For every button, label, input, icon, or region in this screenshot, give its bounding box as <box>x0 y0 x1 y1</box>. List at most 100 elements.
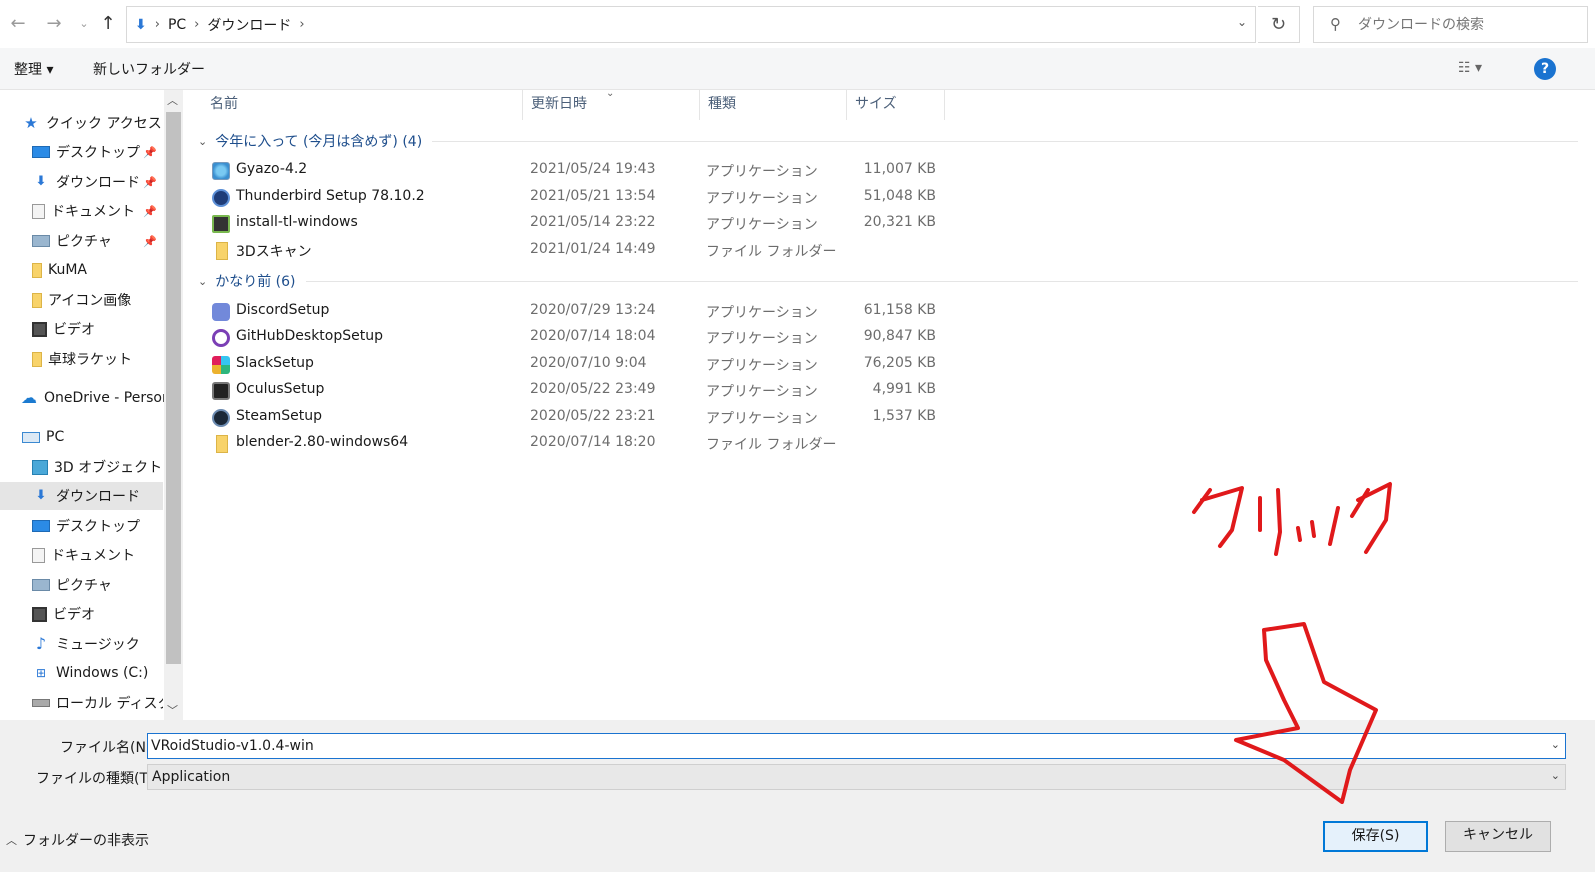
download-icon: ⬇ <box>35 174 47 189</box>
view-options-icon[interactable]: ☷ ▾ <box>1458 60 1482 76</box>
video-icon <box>32 321 47 337</box>
sidebar-item-pc-downloads[interactable]: ⬇ ダウンロード <box>0 482 163 510</box>
filename-input[interactable] <box>151 736 1541 756</box>
sidebar-item-videos[interactable]: ビデオ <box>32 315 163 343</box>
filename-field[interactable]: ⌄ <box>147 733 1566 759</box>
sidebar-item-windows-c[interactable]: ⊞ Windows (C:) <box>32 659 163 687</box>
file-row[interactable]: 3Dスキャン 2021/01/24 14:49 ファイル フォルダー <box>208 238 948 264</box>
filename-label: ファイル名(N): <box>60 740 157 756</box>
file-row[interactable]: SlackSetup 2020/07/10 9:04 アプリケーション 76,2… <box>208 352 948 378</box>
save-button[interactable]: 保存(S) <box>1323 821 1428 852</box>
file-size: 4,991 KB <box>872 381 936 397</box>
pc-icon <box>22 431 40 443</box>
save-panel: ファイル名(N): ⌄ ファイルの種類(T): Application ⌄ ︿ … <box>0 720 1595 872</box>
sort-chevron-icon: ⌄ <box>606 88 615 99</box>
pin-icon: 📌 <box>143 175 157 189</box>
file-date: 2020/05/22 23:49 <box>530 381 656 397</box>
github-icon <box>212 329 230 347</box>
sidebar-item-pc-pictures[interactable]: ピクチャ <box>32 571 163 599</box>
picture-icon <box>32 235 50 247</box>
star-icon: ★ <box>24 114 38 132</box>
column-header-name[interactable]: 名前 <box>202 90 523 120</box>
scrollbar-thumb[interactable] <box>166 112 181 664</box>
breadcrumb-downloads[interactable]: ダウンロード <box>207 15 291 35</box>
chevron-down-icon: ⌄ <box>198 134 208 148</box>
thunderbird-icon <box>212 189 230 207</box>
sidebar-quick-access[interactable]: ★ クイック アクセス <box>22 109 183 137</box>
file-name: SteamSetup <box>236 408 322 424</box>
file-type: ファイル フォルダー <box>706 244 837 260</box>
cancel-button[interactable]: キャンセル <box>1445 821 1551 852</box>
column-header-type[interactable]: 種類 <box>700 90 847 120</box>
sidebar-item-downloads[interactable]: ⬇ ダウンロード 📌 <box>32 168 163 196</box>
file-name: install-tl-windows <box>236 214 358 230</box>
chevron-up-icon: ︿ <box>6 834 17 847</box>
sidebar-item-onedrive[interactable]: ☁ OneDrive - Person <box>20 384 171 412</box>
file-row[interactable]: install-tl-windows 2021/05/14 23:22 アプリケ… <box>208 211 948 237</box>
recent-locations-chevron-icon[interactable]: ⌄ <box>72 10 96 38</box>
file-row[interactable]: SteamSetup 2020/05/22 23:21 アプリケーション 1,5… <box>208 405 948 431</box>
music-icon: ♪ <box>35 634 47 653</box>
file-row[interactable]: DiscordSetup 2020/07/29 13:24 アプリケーション 6… <box>208 299 948 325</box>
sidebar-item-icon-images[interactable]: アイコン画像 <box>32 286 163 314</box>
address-dropdown-icon[interactable]: ⌄ <box>1237 15 1247 29</box>
up-arrow-icon[interactable]: ↑ <box>96 10 120 38</box>
sidebar-item-3d-objects[interactable]: 3D オブジェクト <box>32 453 163 481</box>
file-type: アプリケーション <box>706 305 818 321</box>
group-title: 今年に入って (今月は含めず) (4) <box>215 134 423 150</box>
breadcrumb-pc[interactable]: PC <box>168 17 186 33</box>
forward-arrow-icon[interactable]: → <box>42 10 66 38</box>
sidebar-item-pc-documents[interactable]: ドキュメント <box>32 541 163 569</box>
download-icon: ⬇ <box>35 488 47 503</box>
breadcrumb-separator-icon[interactable]: › <box>155 17 160 32</box>
group-header-long-ago[interactable]: ⌄ かなり前 (6) <box>198 269 1578 293</box>
organize-button[interactable]: 整理 ▾ <box>14 59 53 79</box>
sidebar-item-documents[interactable]: ドキュメント 📌 <box>32 197 163 225</box>
file-row[interactable]: blender-2.80-windows64 2020/07/14 18:20 … <box>208 431 948 457</box>
new-folder-button[interactable]: 新しいフォルダー <box>93 59 205 79</box>
back-arrow-icon[interactable]: ← <box>6 10 30 38</box>
scroll-down-icon[interactable]: ﹀ <box>167 702 178 718</box>
file-row[interactable]: Gyazo-4.2 2021/05/24 19:43 アプリケーション 11,0… <box>208 158 948 184</box>
refresh-icon[interactable]: ↻ <box>1258 6 1300 43</box>
file-date: 2021/05/21 13:54 <box>530 188 656 204</box>
chevron-down-icon[interactable]: ⌄ <box>1551 769 1560 782</box>
search-box[interactable]: ⚲ <box>1313 6 1588 43</box>
help-icon[interactable]: ? <box>1534 58 1556 80</box>
group-divider <box>432 140 1578 142</box>
file-type: アプリケーション <box>706 331 818 347</box>
sidebar-item-label: Windows (C:) <box>56 665 149 681</box>
file-row[interactable]: GitHubDesktopSetup 2020/07/14 18:04 アプリケ… <box>208 325 948 351</box>
sidebar-item-pc[interactable]: PC <box>22 423 163 451</box>
file-row[interactable]: OculusSetup 2020/05/22 23:49 アプリケーション 4,… <box>208 378 948 404</box>
sidebar-item-music[interactable]: ♪ ミュージック <box>32 630 163 658</box>
chevron-down-icon[interactable]: ⌄ <box>1551 738 1560 751</box>
sidebar-item-pictures[interactable]: ピクチャ 📌 <box>32 227 163 255</box>
command-bar: 整理 ▾ 新しいフォルダー ☷ ▾ ? <box>0 48 1595 90</box>
filetype-select[interactable]: Application ⌄ <box>147 764 1566 790</box>
address-bar[interactable]: ⬇ › PC › ダウンロード › ⌄ <box>126 6 1256 43</box>
sidebar-item-local-disk-d[interactable]: ローカル ディスク (D <box>32 689 163 717</box>
file-size: 20,321 KB <box>863 214 936 230</box>
sidebar-item-pc-videos[interactable]: ビデオ <box>32 600 163 628</box>
sidebar-item-desktop[interactable]: デスクトップ 📌 <box>32 138 163 166</box>
breadcrumb-separator-icon[interactable]: › <box>194 17 199 32</box>
pin-icon: 📌 <box>143 145 157 159</box>
group-header-this-year[interactable]: ⌄ 今年に入って (今月は含めず) (4) <box>198 129 1578 153</box>
scroll-up-icon[interactable]: ︿ <box>167 92 178 108</box>
folder-icon <box>216 435 228 453</box>
search-input[interactable] <box>1358 13 1578 37</box>
sidebar-scrollbar[interactable]: ︿ ﹀ <box>164 90 183 720</box>
sidebar-item-kuma[interactable]: KuMA <box>32 256 163 284</box>
breadcrumb-separator-icon[interactable]: › <box>299 17 304 32</box>
column-header-size[interactable]: サイズ <box>847 90 945 120</box>
hide-folders-toggle[interactable]: ︿ フォルダーの非表示 <box>6 830 149 850</box>
sidebar-item-label: ローカル ディスク (D <box>56 696 163 712</box>
file-row[interactable]: Thunderbird Setup 78.10.2 2021/05/21 13:… <box>208 185 948 211</box>
file-name: Thunderbird Setup 78.10.2 <box>236 188 425 204</box>
file-type: アプリケーション <box>706 411 818 427</box>
sidebar-item-pc-desktop[interactable]: デスクトップ <box>32 512 163 540</box>
sidebar-item-table-tennis[interactable]: 卓球ラケット <box>32 345 163 373</box>
hide-folders-label: フォルダーの非表示 <box>23 833 149 849</box>
sidebar-item-label: PC <box>46 429 65 445</box>
